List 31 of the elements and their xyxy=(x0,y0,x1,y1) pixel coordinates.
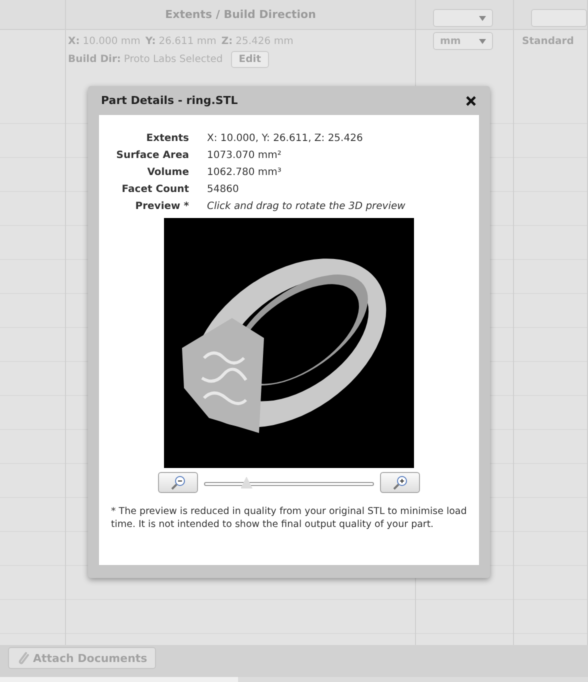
field-label: Surface Area xyxy=(115,150,189,161)
zoom-in-button[interactable] xyxy=(380,472,420,493)
close-icon[interactable] xyxy=(466,96,476,106)
field-value: Click and drag to rotate the 3D preview xyxy=(207,201,406,212)
axis-label: Y: xyxy=(145,36,156,47)
field-label: Volume xyxy=(146,167,189,178)
units-dropdown[interactable]: mm xyxy=(433,32,493,50)
dialog-title: Part Details - ring.STL xyxy=(101,94,238,107)
edit-button[interactable]: Edit xyxy=(230,51,269,68)
ring-preview-drawing[interactable] xyxy=(164,218,414,468)
zoom-in-icon xyxy=(392,474,408,490)
material-value: Standard xyxy=(522,36,575,47)
caret-icon xyxy=(479,16,486,20)
field-label: Extents xyxy=(145,133,189,144)
field-label: Facet Count xyxy=(120,184,189,195)
zoom-out-button[interactable] xyxy=(158,472,198,493)
axis-label: Z: xyxy=(221,36,233,47)
field-label: Preview * xyxy=(134,201,189,212)
field-value: X: 10.000, Y: 26.611, Z: 25.426 xyxy=(207,133,364,144)
zoom-slider[interactable] xyxy=(204,474,374,490)
preview-footnote: * The preview is reduced in quality from your original STL to minimise load time. It is not intended to show the final output quality of your part. xyxy=(111,505,468,531)
build-dir-label: Build Dir: xyxy=(68,54,121,65)
zoom-out-icon xyxy=(170,474,186,490)
axis-label: X: xyxy=(68,36,80,47)
paperclip-icon xyxy=(17,651,29,665)
attach-documents-button[interactable]: Attach Documents xyxy=(8,647,156,669)
field-value: 1073.070 mm² xyxy=(207,150,282,161)
field-value: 54860 xyxy=(207,184,240,195)
field-value: 1062.780 mm³ xyxy=(207,167,282,178)
column-heading: Extents / Build Direction xyxy=(165,8,316,21)
caret-icon xyxy=(479,38,486,44)
